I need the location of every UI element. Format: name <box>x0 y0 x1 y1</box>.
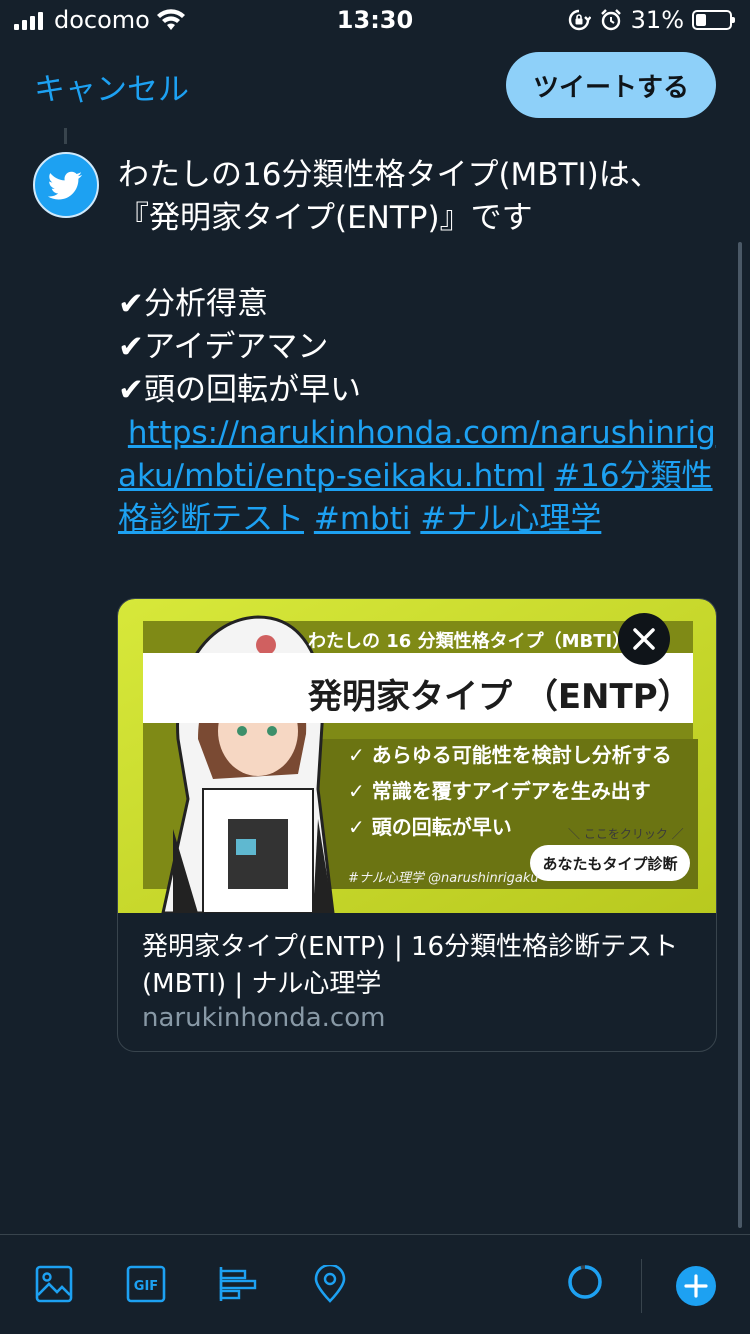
character-counter-icon <box>568 1265 602 1299</box>
status-bar: docomo 13:30 31% <box>0 0 750 42</box>
card-image-diagnosis-button: あなたもタイプ診断 <box>530 845 690 881</box>
location-icon[interactable] <box>313 1265 347 1303</box>
card-image-bullet: ✓ 頭の回転が早い <box>348 815 512 839</box>
hashtag-link[interactable]: #mbti <box>314 501 411 537</box>
close-icon <box>633 628 655 650</box>
tweet-compose-text[interactable]: わたしの16分類性格タイプ(MBTI)は、 『発明家タイプ(ENTP)』です ✔… <box>118 154 718 541</box>
thread-line <box>64 128 67 144</box>
poll-icon[interactable] <box>218 1265 258 1303</box>
svg-text:GIF: GIF <box>134 1279 158 1294</box>
alarm-icon <box>600 9 621 31</box>
tweet-button[interactable]: ツイートする <box>506 52 716 118</box>
battery-icon <box>692 10 735 30</box>
scrollbar[interactable] <box>738 242 742 1228</box>
card-domain: narukinhonda.com <box>142 1003 386 1033</box>
card-image-headline: わたしの 16 分類性格タイプ（MBTI）は… <box>308 631 667 652</box>
card-image-bullet: ✓ 常識を覆すアイデアを生み出す <box>348 779 651 803</box>
tweet-bullet-1: ✔分析得意 <box>118 286 268 322</box>
card-image-type-name: 発明家タイプ （ENTP） <box>308 677 692 717</box>
cancel-button[interactable]: キャンセル <box>34 64 189 109</box>
image-icon[interactable] <box>35 1265 73 1303</box>
twitter-bird-icon <box>47 171 82 200</box>
card-image-click-hint: ＼ ここをクリック ／ <box>568 827 684 841</box>
card-image-bullet: ✓ あらゆる可能性を検討し分析する <box>348 743 672 767</box>
card-title: 発明家タイプ(ENTP) | 16分類性格診断テスト(MBTI) | ナル心理学 <box>142 932 679 999</box>
rotation-lock-icon <box>568 9 591 31</box>
gif-icon[interactable]: GIF <box>126 1265 166 1303</box>
tweet-line-2: 『発明家タイプ(ENTP)』です <box>118 200 533 236</box>
compose-toolbar: GIF <box>0 1234 750 1334</box>
tweet-bullet-2: ✔アイデアマン <box>118 329 329 365</box>
tweet-bullet-3: ✔頭の回転が早い <box>118 372 361 408</box>
tweet-line-1: わたしの16分類性格タイプ(MBTI)は、 <box>118 157 661 193</box>
hashtag-link[interactable]: #ナル心理学 <box>420 501 601 537</box>
remove-card-button[interactable] <box>618 613 670 665</box>
avatar[interactable] <box>33 152 99 218</box>
battery-percent: 31% <box>630 6 684 34</box>
add-tweet-icon[interactable] <box>675 1265 717 1307</box>
toolbar-divider <box>641 1259 642 1313</box>
link-preview-card[interactable]: わたしの 16 分類性格タイプ（MBTI）は… 発明家タイプ （ENTP） ✓ … <box>117 598 717 1052</box>
card-image-hashtag: #ナル心理学 @narushinrigaku <box>348 871 539 886</box>
